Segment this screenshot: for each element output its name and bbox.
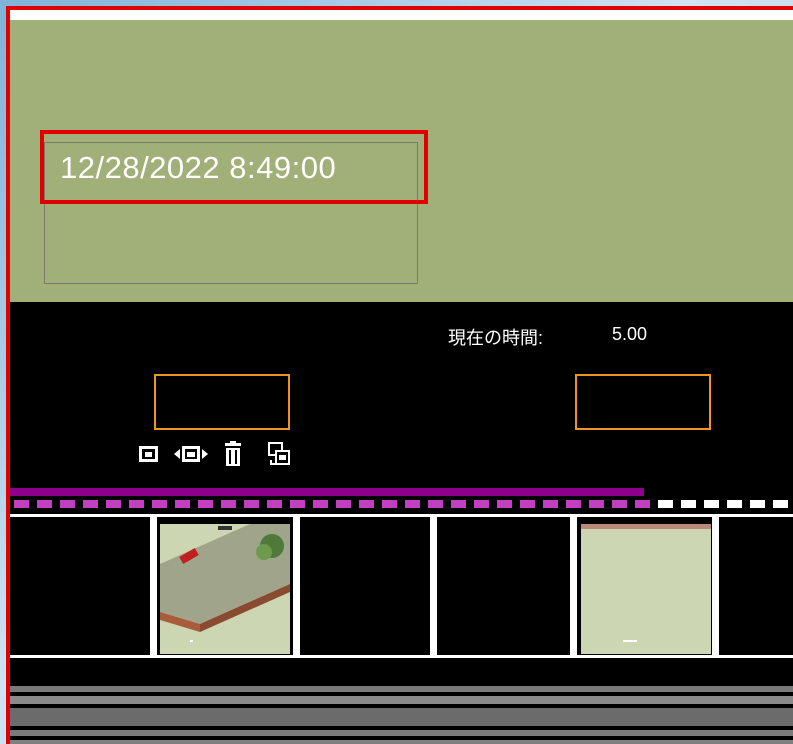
clip-thumbnail-1[interactable] — [160, 524, 290, 654]
timeline-tick — [635, 500, 650, 508]
timeline-tick — [359, 500, 374, 508]
timeline-tick — [60, 500, 75, 508]
current-time-value: 5.00 — [612, 324, 648, 344]
timeline-tick — [336, 500, 351, 508]
clip-thumbnail-2[interactable] — [581, 524, 711, 654]
timeline-tick — [14, 500, 29, 508]
timeline-tick — [497, 500, 512, 508]
move-photo-icon[interactable] — [172, 440, 210, 468]
timeline-tick — [750, 500, 765, 508]
progress-bar[interactable] — [10, 488, 644, 496]
clip-separator — [712, 514, 719, 658]
timeline-tick — [428, 500, 443, 508]
timeline-tick — [589, 500, 604, 508]
timeline-tick — [543, 500, 558, 508]
timeline-tick — [520, 500, 535, 508]
clip-separator — [570, 514, 577, 658]
timeline-panel: 現在の時間: 5.00 — [10, 302, 793, 744]
timeline-tick — [727, 500, 742, 508]
timeline-tick — [773, 500, 788, 508]
timeline-tick — [129, 500, 144, 508]
clip-separator — [293, 514, 300, 658]
timeline-tick — [290, 500, 305, 508]
marker-box-left[interactable] — [154, 374, 290, 430]
timeline-tick — [221, 500, 236, 508]
strip-bottom-line — [10, 655, 793, 658]
replace-photo-icon[interactable] — [266, 440, 292, 468]
timeline-tick — [313, 500, 328, 508]
timeline-tick — [175, 500, 190, 508]
audio-tracks — [10, 686, 793, 744]
marker-box-right[interactable] — [575, 374, 711, 430]
preview-top-border — [10, 10, 793, 20]
timeline-tick — [83, 500, 98, 508]
date-time-text: 12/28/2022 8:49:00 — [60, 150, 337, 185]
timeline-tick — [106, 500, 121, 508]
timeline-tick — [474, 500, 489, 508]
timeline-tick — [382, 500, 397, 508]
timeline-tick — [451, 500, 466, 508]
timeline-track[interactable] — [10, 496, 793, 514]
clip-separator — [430, 514, 437, 658]
trash-icon[interactable] — [220, 440, 246, 468]
timeline-tick — [658, 500, 673, 508]
add-photo-icon[interactable] — [136, 440, 162, 468]
timeline-tick — [244, 500, 259, 508]
timeline-tick — [267, 500, 282, 508]
preview-area[interactable]: 12/28/2022 8:49:00 — [10, 20, 793, 302]
timeline-tick — [152, 500, 167, 508]
timeline-tick — [405, 500, 420, 508]
editor-window: 12/28/2022 8:49:00 現在の時間: 5.00 — [6, 6, 793, 744]
strip-top-line — [10, 514, 793, 517]
film-strip — [10, 514, 793, 658]
timeline-tick — [37, 500, 52, 508]
timeline-tick — [198, 500, 213, 508]
timeline-tick — [681, 500, 696, 508]
current-time-label: 現在の時間: — [448, 328, 544, 348]
clip-separator — [150, 514, 157, 658]
timeline-tick — [566, 500, 581, 508]
timeline-tick — [612, 500, 627, 508]
timeline-tick — [704, 500, 719, 508]
